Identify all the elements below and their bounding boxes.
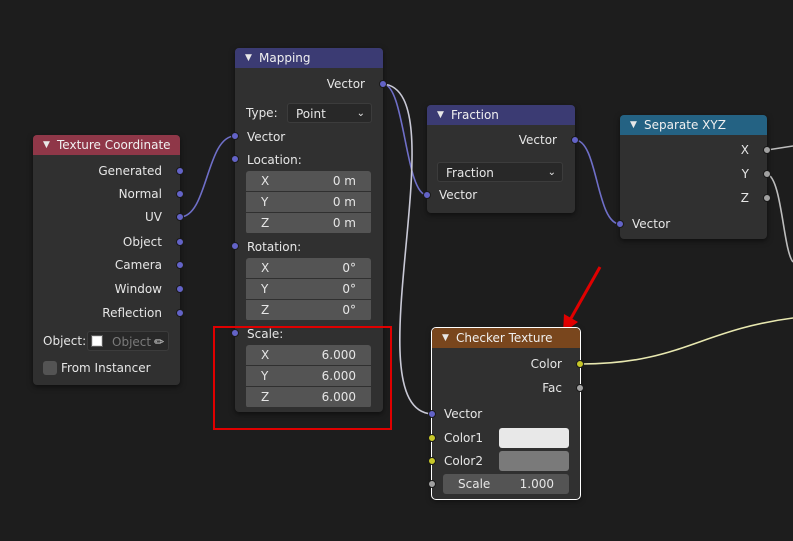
link-uv-to-mapping: [179, 135, 236, 218]
eyedropper-icon[interactable]: ✏: [154, 332, 164, 352]
node-title: Separate XYZ: [644, 118, 726, 132]
collapse-chevron-icon[interactable]: ▼: [630, 120, 644, 130]
socket-input-vector[interactable]: [423, 191, 431, 199]
link-fraction-to-separate: [574, 139, 621, 225]
object-field[interactable]: Object ✏: [87, 331, 169, 351]
collapse-chevron-icon[interactable]: ▼: [43, 140, 57, 150]
socket-input-vector[interactable]: [428, 410, 436, 418]
socket-location[interactable]: [231, 155, 239, 163]
location-fields: X0 m Y0 m Z0 m: [246, 171, 371, 234]
link-mapping-to-fraction: [382, 83, 428, 196]
object-placeholder: Object: [112, 335, 152, 349]
operation-dropdown[interactable]: Fraction ⌄: [437, 162, 563, 182]
node-header[interactable]: ▼ Checker Texture: [432, 328, 580, 348]
input-vector: Vector: [439, 188, 478, 202]
location-y-field[interactable]: Y0 m: [246, 192, 371, 212]
output-y: Y: [741, 167, 749, 181]
output-uv: UV: [145, 210, 162, 224]
output-z: Z: [740, 191, 749, 205]
node-title: Checker Texture: [456, 331, 553, 345]
object-label: Object:: [43, 334, 87, 348]
from-instancer-checkbox[interactable]: [43, 361, 57, 375]
collapse-chevron-icon[interactable]: ▼: [245, 53, 259, 63]
node-header[interactable]: ▼ Texture Coordinate: [33, 135, 180, 155]
node-header[interactable]: ▼ Mapping: [235, 48, 383, 68]
object-cube-icon: [91, 335, 103, 347]
annotation-highlight-box: [213, 326, 392, 430]
socket-output-vector[interactable]: [379, 80, 387, 88]
output-generated: Generated: [98, 164, 162, 178]
node-title: Texture Coordinate: [57, 138, 171, 152]
output-reflection: Reflection: [102, 306, 162, 320]
socket-color2[interactable]: [428, 457, 436, 465]
output-camera: Camera: [114, 258, 162, 272]
color1-swatch[interactable]: [499, 428, 569, 448]
output-fac: Fac: [542, 381, 562, 395]
output-object: Object: [122, 235, 162, 249]
output-vector: Vector: [518, 133, 557, 147]
rotation-y-field[interactable]: Y 0°: [246, 279, 371, 299]
node-header[interactable]: ▼ Fraction: [427, 105, 575, 125]
socket-object[interactable]: [176, 238, 184, 246]
link-checker-color-out: [580, 317, 793, 365]
rotation-row: Rotation:: [247, 240, 302, 254]
operation-value: Fraction: [446, 166, 494, 180]
type-label: Type:: [246, 106, 278, 120]
rotation-fields: X 0° Y 0° Z 0°: [246, 258, 371, 321]
node-checker-texture[interactable]: ▼ Checker Texture Color Fac Vector Color…: [428, 327, 584, 500]
annotation-arrow: [568, 266, 602, 321]
socket-x[interactable]: [763, 146, 771, 154]
socket-input-vector[interactable]: [616, 220, 624, 228]
socket-output-vector[interactable]: [571, 136, 579, 144]
node-title: Fraction: [451, 108, 499, 122]
socket-z[interactable]: [763, 194, 771, 202]
node-texture-coordinate[interactable]: ▼ Texture Coordinate Generated Normal UV…: [33, 135, 184, 385]
location-x-field[interactable]: X0 m: [246, 171, 371, 191]
socket-uv[interactable]: [176, 213, 184, 221]
node-separate-xyz[interactable]: ▼ Separate XYZ X Y Z Vector: [616, 115, 771, 239]
chevron-down-icon: ⌄: [356, 108, 365, 119]
socket-rotation[interactable]: [231, 242, 239, 250]
location-row: Location:: [247, 153, 302, 167]
output-normal: Normal: [118, 187, 162, 201]
output-color: Color: [530, 357, 562, 371]
from-instancer-row: From Instancer: [61, 359, 180, 377]
input-vector: Vector: [444, 407, 483, 421]
link-separate-y-out: [766, 173, 793, 263]
socket-input-vector[interactable]: [231, 132, 239, 140]
node-fraction[interactable]: ▼ Fraction Vector Fraction ⌄ Vector: [423, 105, 579, 213]
scale-field[interactable]: Scale 1.000: [443, 474, 569, 494]
node-header[interactable]: ▼ Separate XYZ: [620, 115, 767, 135]
socket-reflection[interactable]: [176, 309, 184, 317]
rotation-x-field[interactable]: X 0°: [246, 258, 371, 278]
output-window: Window: [114, 282, 162, 296]
chevron-down-icon: ⌄: [547, 167, 556, 178]
collapse-chevron-icon[interactable]: ▼: [437, 110, 451, 120]
location-z-field[interactable]: Z0 m: [246, 213, 371, 233]
socket-color-out[interactable]: [576, 360, 584, 368]
rotation-z-field[interactable]: Z 0°: [246, 300, 371, 320]
node-title: Mapping: [259, 51, 311, 65]
color2-swatch[interactable]: [499, 451, 569, 471]
from-instancer-label: From Instancer: [61, 361, 151, 375]
input-vector: Vector: [632, 217, 671, 231]
socket-window[interactable]: [176, 285, 184, 293]
socket-fac-out[interactable]: [576, 384, 584, 392]
output-vector: Vector: [326, 77, 365, 91]
input-vector: Vector: [247, 130, 286, 144]
socket-camera[interactable]: [176, 261, 184, 269]
socket-scale[interactable]: [428, 480, 436, 488]
socket-color1[interactable]: [428, 434, 436, 442]
type-value: Point: [296, 107, 326, 121]
socket-y[interactable]: [763, 170, 771, 178]
type-dropdown[interactable]: Point ⌄: [287, 103, 372, 123]
socket-normal[interactable]: [176, 190, 184, 198]
output-x: X: [740, 143, 749, 157]
socket-generated[interactable]: [176, 167, 184, 175]
collapse-chevron-icon[interactable]: ▼: [442, 333, 456, 343]
